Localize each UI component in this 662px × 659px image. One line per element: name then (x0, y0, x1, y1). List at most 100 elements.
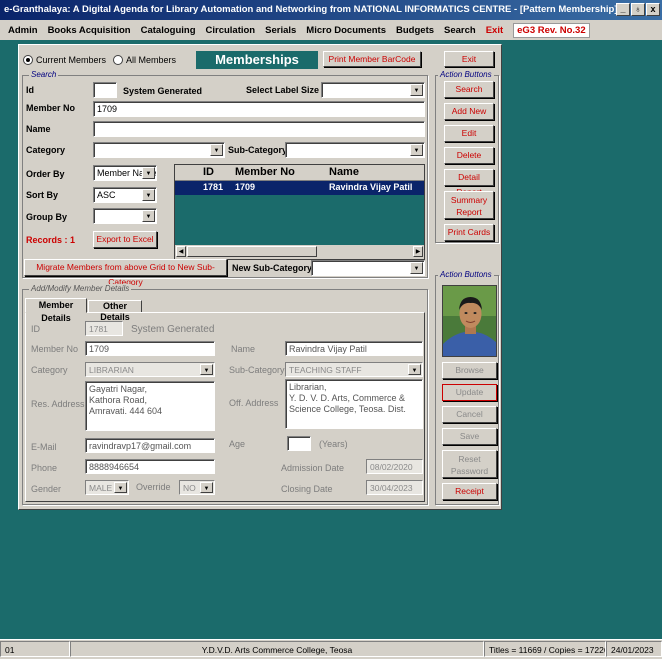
minimize-button[interactable]: _ (616, 3, 630, 16)
member-photo (442, 285, 497, 357)
sub-category-select[interactable]: ▼ (285, 142, 425, 158)
current-members-radio[interactable] (23, 55, 33, 65)
menu-circulation[interactable]: Circulation (206, 25, 256, 36)
summary-report-button[interactable]: Summary Report (444, 191, 494, 219)
current-members-label: Current Members (36, 55, 107, 65)
gender-select[interactable]: MALE ▼ (85, 480, 129, 495)
chevron-down-icon: ▼ (410, 144, 423, 156)
membership-form: Current Members All Members Memberships … (18, 44, 502, 510)
age-label: Age (229, 439, 246, 449)
cancel-button[interactable]: Cancel (442, 406, 497, 423)
member-no-field[interactable]: 1709 (85, 341, 215, 356)
edit-button[interactable]: Edit (444, 125, 494, 142)
override-select[interactable]: NO ▼ (179, 480, 215, 495)
results-grid[interactable]: ID Member No Name 1781 1709 Ravindra Vij… (174, 164, 425, 260)
system-generated-label: System Generated (123, 86, 203, 96)
category-select[interactable]: ▼ (93, 142, 225, 158)
browse-button[interactable]: Browse (442, 362, 497, 379)
menu-serials[interactable]: Serials (265, 25, 296, 36)
res-address-field[interactable]: Gayatri Nagar, Kathora Road, Amravati. 4… (85, 381, 215, 431)
sort-by-select[interactable]: ASC ▼ (93, 187, 157, 203)
member-category-value: LIBRARIAN (89, 365, 134, 375)
status-titles-copies: Titles = 11669 / Copies = 17226 (484, 641, 606, 657)
age-field[interactable] (287, 436, 311, 451)
menu-exit[interactable]: Exit (486, 25, 503, 36)
scroll-left-icon[interactable]: ◀ (176, 246, 186, 257)
chevron-down-icon: ▼ (142, 210, 155, 222)
member-sub-category-select[interactable]: TEACHING STAFF ▼ (285, 362, 423, 377)
tab-member-details[interactable]: Member Details (25, 298, 87, 323)
closing-date-field: 30/04/2023 (366, 480, 423, 495)
scroll-right-icon[interactable]: ▶ (413, 246, 423, 257)
add-new-button[interactable]: Add New (444, 103, 494, 120)
sort-by-value: ASC (97, 190, 116, 200)
admission-date-label: Admission Date (281, 463, 345, 473)
sub-category-label: Sub-Category (228, 145, 288, 155)
member-name-field[interactable]: Ravindra Vijay Patil (285, 341, 423, 356)
member-category-select[interactable]: LIBRARIAN ▼ (85, 362, 215, 377)
member-id-field: 1781 (85, 321, 123, 336)
menu-books-acquisition[interactable]: Books Acquisition (48, 25, 131, 36)
member-no-input[interactable]: 1709 (93, 101, 425, 117)
scroll-thumb[interactable] (187, 246, 317, 257)
save-button[interactable]: Save (442, 428, 497, 445)
print-barcode-button[interactable]: Print Member BarCode (323, 51, 421, 67)
member-photo-image (443, 286, 496, 356)
override-label: Override (136, 482, 171, 492)
off-address-line-1: Librarian, (289, 382, 327, 392)
row-name: Ravindra Vijay Patil (329, 182, 413, 192)
reset-password-button[interactable]: Reset Password (442, 450, 497, 478)
grid-header-id: ID (203, 166, 214, 178)
id-label: Id (26, 85, 34, 95)
window-title: e-Granthalaya: A Digital Agenda for Libr… (4, 4, 618, 15)
menu-bar: Admin Books Acquisition Cataloguing Circ… (0, 20, 662, 40)
records-count: Records : 1 (26, 235, 76, 245)
menu-cataloguing[interactable]: Cataloguing (141, 25, 196, 36)
id-input[interactable] (93, 82, 117, 98)
revision-badge: eG3 Rev. No.32 (513, 22, 590, 38)
menu-budgets[interactable]: Budgets (396, 25, 434, 36)
select-label-size-label: Select Label Size (246, 85, 320, 95)
all-members-radio[interactable] (113, 55, 124, 65)
search-group-title: Search (29, 70, 59, 79)
menu-micro-documents[interactable]: Micro Documents (306, 25, 386, 36)
close-button[interactable]: x (646, 3, 660, 16)
export-excel-button[interactable]: Export to Excel (93, 231, 157, 248)
label-size-select[interactable]: ▼ (321, 82, 425, 98)
res-address-line-2: Kathora Road, (89, 395, 148, 405)
update-button[interactable]: Update (442, 384, 497, 401)
menu-admin[interactable]: Admin (8, 25, 38, 36)
window-title-bar: e-Granthalaya: A Digital Agenda for Libr… (0, 0, 662, 20)
off-address-field[interactable]: Librarian, Y. D. V. D. Arts, Commerce & … (285, 379, 423, 429)
order-by-select[interactable]: Member Name ▼ (93, 165, 157, 181)
order-by-label: Order By (26, 169, 65, 179)
exit-button[interactable]: Exit (444, 51, 494, 67)
gender-value: MALE (89, 483, 113, 493)
name-input[interactable] (93, 121, 425, 137)
grid-horizontal-scrollbar[interactable]: ◀ ▶ (175, 245, 424, 259)
print-cards-button[interactable]: Print Cards (444, 224, 494, 241)
chevron-down-icon: ▼ (408, 364, 421, 375)
phone-field[interactable]: 8888946654 (85, 459, 215, 474)
new-sub-category-select[interactable]: ▼ (311, 260, 425, 276)
member-sub-category-value: TEACHING STAFF (289, 365, 362, 375)
email-field[interactable]: ravindravp17@gmail.com (85, 438, 215, 453)
search-button[interactable]: Search (444, 81, 494, 98)
receipt-button[interactable]: Receipt (442, 483, 497, 500)
migrate-members-button[interactable]: Migrate Members from above Grid to New S… (24, 259, 227, 287)
age-years-label: (Years) (319, 439, 348, 449)
member-details-group-title: Add/Modify Member Details (29, 284, 132, 293)
menu-search[interactable]: Search (444, 25, 476, 36)
table-row[interactable]: 1781 1709 Ravindra Vijay Patil (175, 181, 424, 195)
status-left: 01 (0, 641, 70, 657)
member-no-detail-label: Member No (31, 344, 79, 354)
group-by-select[interactable]: ▼ (93, 208, 157, 224)
delete-button[interactable]: Delete (444, 147, 494, 164)
member-id-system-generated: System Generated (131, 324, 215, 335)
chevron-down-icon: ▼ (200, 482, 213, 493)
email-label: E-Mail (31, 442, 57, 452)
action-buttons-top-title: Action Buttons (438, 70, 494, 79)
member-name-label: Name (231, 344, 256, 354)
detail-report-button[interactable]: Detail Report (444, 169, 494, 197)
restore-button[interactable]: ♁ (631, 3, 645, 16)
